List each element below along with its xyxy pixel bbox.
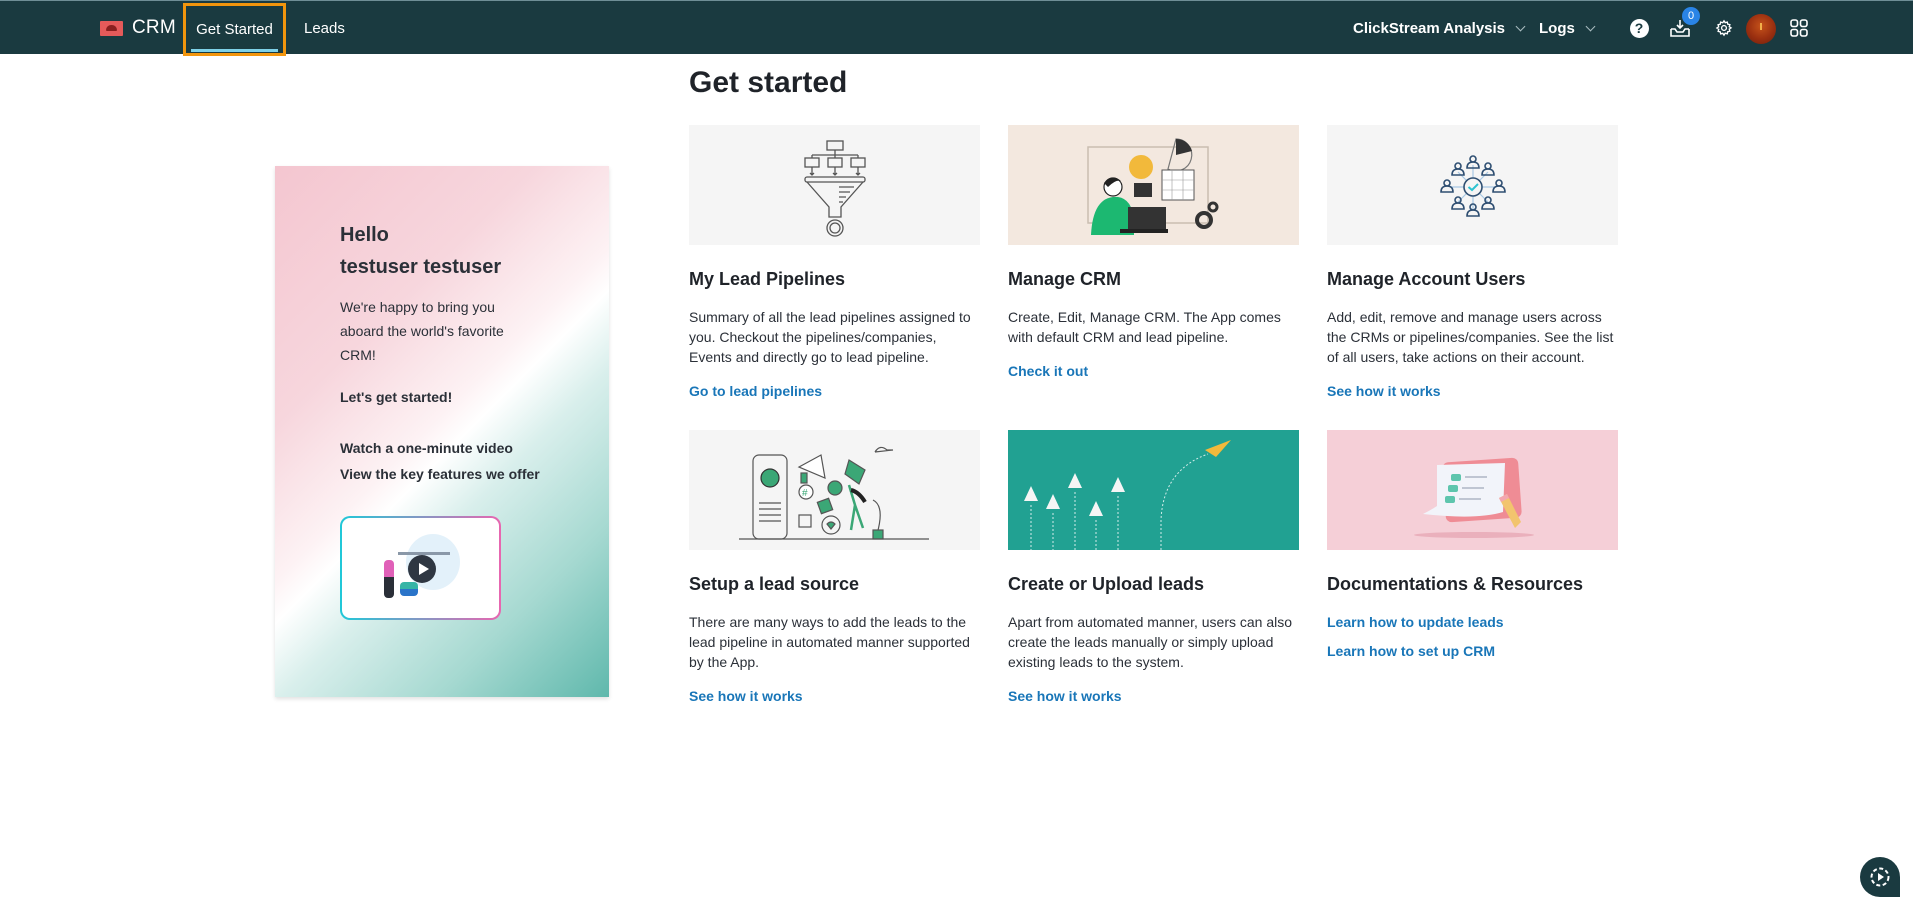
tab-get-started[interactable]: Get Started — [183, 3, 286, 56]
brand[interactable]: CRM — [100, 15, 176, 41]
hero-user-name: testuser testuser — [340, 256, 502, 278]
users-network-illustration — [1327, 125, 1618, 245]
card-documentations-resources: Documentations & Resources Learn how to … — [1327, 430, 1618, 659]
card-description: Add, edit, remove and manage users acros… — [1327, 309, 1614, 365]
logs-label: Logs — [1539, 19, 1575, 37]
welcome-card: Hello testuser testuser We're happy to b… — [275, 166, 609, 697]
key-features-link[interactable]: View the key features we offer — [340, 466, 540, 482]
card-description: Apart from automated manner, users can a… — [1008, 614, 1293, 670]
card-title: Setup a lead source — [689, 574, 860, 594]
learn-update-leads-link[interactable]: Learn how to update leads — [1327, 614, 1618, 630]
apps-grid-icon — [1790, 19, 1808, 37]
card-description: Summary of all the lead pipelines assign… — [689, 309, 971, 365]
hero-greeting: Hello — [340, 224, 389, 246]
card-title: Documentations & Resources — [1327, 574, 1584, 594]
help-button[interactable]: ? — [1626, 15, 1652, 41]
learn-setup-crm-link[interactable]: Learn how to set up CRM — [1327, 643, 1618, 659]
funnel-illustration — [689, 125, 980, 245]
card-setup-lead-source: # Setup a lead source There are many way… — [689, 430, 980, 704]
help-icon: ? — [1629, 18, 1649, 38]
clickstream-analysis-dropdown[interactable]: ClickStream Analysis — [1353, 1, 1526, 55]
see-how-it-works-link[interactable]: See how it works — [1327, 383, 1618, 399]
brand-name: CRM — [132, 17, 176, 38]
svg-text:#: # — [802, 488, 808, 499]
checklist-illustration — [1327, 430, 1618, 550]
chevron-down-icon — [1515, 21, 1526, 31]
gear-icon — [1715, 19, 1733, 37]
tab-leads[interactable]: Leads — [304, 1, 345, 55]
hero-intro: We're happy to bring you aboard the worl… — [340, 299, 504, 363]
apps-button[interactable] — [1786, 15, 1812, 41]
guided-tour-play-icon — [1870, 867, 1890, 887]
video-illustration-person — [400, 582, 418, 596]
card-title: Create or Upload leads — [1008, 574, 1205, 594]
card-description: Create, Edit, Manage CRM. The App comes … — [1008, 309, 1281, 345]
check-it-out-link[interactable]: Check it out — [1008, 363, 1299, 379]
card-my-lead-pipelines: My Lead Pipelines Summary of all the lea… — [689, 125, 980, 399]
play-icon[interactable] — [408, 555, 436, 583]
inbox-count-badge: 0 — [1682, 7, 1700, 25]
card-description: There are many ways to add the leads to … — [689, 614, 970, 670]
logs-dropdown[interactable]: Logs — [1539, 1, 1596, 55]
page-title: Get started — [689, 66, 848, 99]
guided-tour-button[interactable] — [1860, 857, 1900, 897]
card-title: My Lead Pipelines — [689, 269, 846, 289]
social-media-illustration: # — [689, 430, 980, 550]
card-create-upload-leads: Create or Upload leads Apart from automa… — [1008, 430, 1299, 704]
card-manage-account-users: Manage Account Users Add, edit, remove a… — [1327, 125, 1618, 399]
card-title: Manage Account Users — [1327, 269, 1526, 289]
clickstream-analysis-label: ClickStream Analysis — [1353, 19, 1506, 37]
video-thumbnail[interactable] — [340, 516, 501, 620]
card-title: Manage CRM — [1008, 269, 1122, 289]
see-how-it-works-link[interactable]: See how it works — [689, 688, 980, 704]
see-how-it-works-link[interactable]: See how it works — [1008, 688, 1299, 704]
card-manage-crm: Manage CRM Create, Edit, Manage CRM. The… — [1008, 125, 1299, 379]
crm-logo-icon — [100, 20, 123, 36]
settings-button[interactable] — [1711, 15, 1737, 41]
user-avatar[interactable] — [1746, 14, 1776, 44]
hero-cta: Let's get started! — [340, 389, 453, 405]
go-to-lead-pipelines-link[interactable]: Go to lead pipelines — [689, 383, 980, 399]
watch-video-link[interactable]: Watch a one-minute video — [340, 440, 513, 456]
chevron-down-icon — [1585, 21, 1596, 31]
person-at-laptop-illustration — [1008, 125, 1299, 245]
video-illustration-person — [384, 560, 394, 598]
paper-planes-illustration — [1008, 430, 1299, 550]
top-navbar: CRM Get Started Leads ClickStream Analys… — [0, 0, 1913, 56]
